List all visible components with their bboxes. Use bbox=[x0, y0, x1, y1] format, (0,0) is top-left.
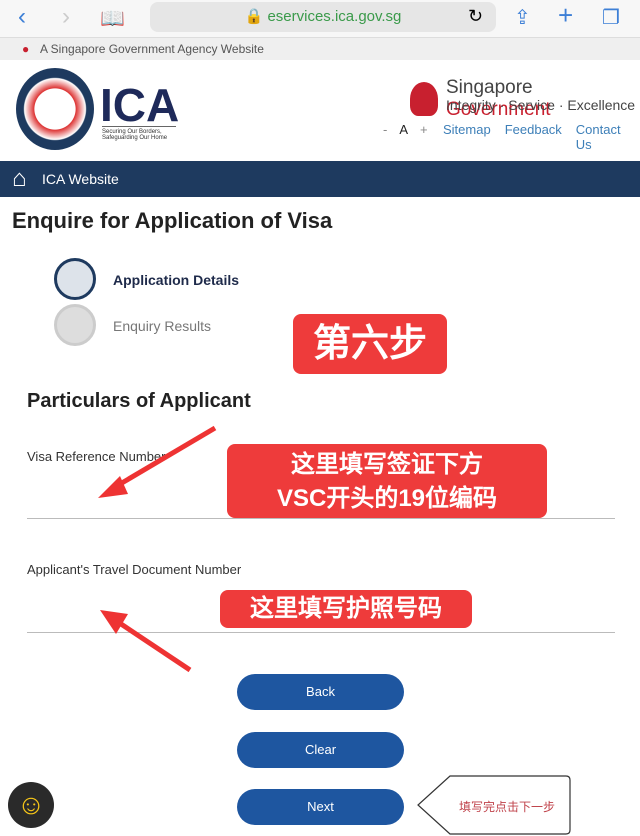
gov-banner: ● A Singapore Government Agency Website bbox=[0, 38, 640, 60]
ica-website-link[interactable]: ICA Website bbox=[42, 171, 119, 187]
gov-title-singapore: Singapore bbox=[446, 77, 533, 98]
gov-banner-text: A Singapore Government Agency Website bbox=[40, 42, 264, 56]
ica-logo-text[interactable]: ICA bbox=[100, 78, 179, 132]
share-icon[interactable]: ⇪ bbox=[514, 5, 531, 30]
section-title: Particulars of Applicant bbox=[27, 390, 251, 412]
annotation-arrows bbox=[98, 425, 217, 673]
ica-crest-logo bbox=[16, 68, 94, 150]
reload-icon[interactable]: ↻ bbox=[468, 6, 483, 27]
feedback-link[interactable]: Feedback bbox=[505, 122, 562, 152]
arrow-passport bbox=[113, 617, 192, 673]
annotation-step: 第六步 bbox=[293, 314, 447, 374]
assistive-touch-emoji-icon[interactable]: ☺ bbox=[8, 782, 54, 828]
contact-us-link[interactable]: Contact Us bbox=[576, 122, 640, 152]
url-text: eservices.ica.gov.sg bbox=[267, 8, 402, 25]
next-button[interactable]: Next bbox=[237, 789, 404, 825]
arrow-visa bbox=[108, 425, 217, 493]
sitemap-link[interactable]: Sitemap bbox=[443, 122, 491, 152]
merlion-icon bbox=[410, 82, 438, 116]
font-increase-button[interactable]: + bbox=[420, 122, 428, 137]
new-tab-icon[interactable]: + bbox=[558, 0, 573, 31]
back-nav-icon[interactable]: ‹ bbox=[18, 3, 26, 31]
ica-tagline: Securing Our Borders, Safeguarding Our H… bbox=[102, 126, 176, 141]
clear-button[interactable]: Clear bbox=[237, 732, 404, 768]
back-button[interactable]: Back bbox=[237, 674, 404, 710]
tabs-icon[interactable]: ❐ bbox=[602, 5, 620, 30]
font-size-label: A bbox=[399, 122, 409, 137]
arrow-passport-head bbox=[100, 610, 128, 634]
step-icon-enquiry-results bbox=[54, 304, 96, 346]
step-application-details: Application Details bbox=[113, 272, 240, 288]
forward-nav-icon[interactable]: › bbox=[62, 3, 70, 31]
step-icon-application-details bbox=[54, 258, 96, 300]
annotation-passport-hint: 这里填写护照号码 bbox=[220, 590, 472, 628]
annotation-visa-hint-line1: 这里填写签证下方 bbox=[291, 451, 483, 478]
step-enquiry-results: Enquiry Results bbox=[113, 318, 212, 334]
gov-motto: Integrity · Service · Excellence bbox=[446, 97, 636, 113]
bookmarks-icon[interactable]: 📖 bbox=[100, 6, 125, 31]
annotation-next-hint: 填写完点击下一步 bbox=[458, 800, 555, 814]
font-decrease-button[interactable]: - bbox=[383, 122, 387, 137]
browser-toolbar: ‹ › 📖 🔒 eservices.ica.gov.sg ↻ ⇪ + ❐ bbox=[0, 0, 640, 38]
annotation-visa-hint-line2: VSC开头的19位编码 bbox=[276, 485, 498, 512]
address-bar[interactable]: 🔒 eservices.ica.gov.sg bbox=[150, 2, 496, 32]
home-icon[interactable]: ⌂ bbox=[12, 161, 27, 197]
page-title: Enquire for Application of Visa bbox=[12, 208, 333, 233]
lion-icon: ● bbox=[22, 42, 30, 56]
site-navbar: ⌂ ICA Website bbox=[0, 161, 640, 197]
